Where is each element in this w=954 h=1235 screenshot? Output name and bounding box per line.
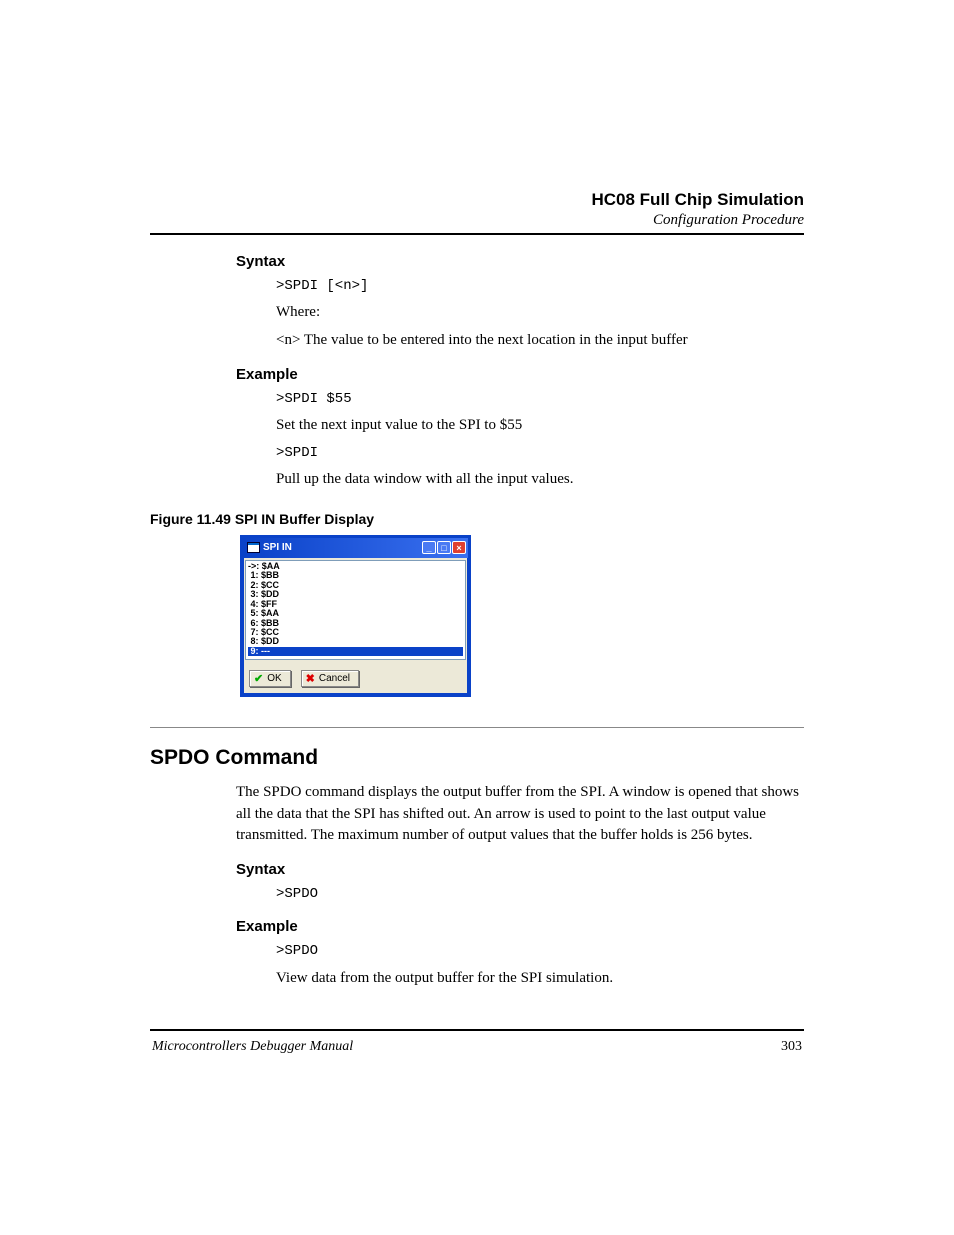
footer-left: Microcontrollers Debugger Manual (152, 1039, 353, 1055)
list-item-selected[interactable]: 9: --- (248, 647, 463, 656)
list-item[interactable]: 4: $FF (248, 600, 463, 609)
spdi-example-cmd2: >SPDI (276, 443, 804, 463)
cancel-button[interactable]: ✖ Cancel (301, 670, 359, 687)
close-button[interactable]: × (452, 541, 466, 554)
dialog-titlebar[interactable]: SPI IN _ □ × (243, 538, 468, 558)
list-item[interactable]: ->: $AA (248, 562, 463, 571)
window-controls: _ □ × (422, 541, 466, 554)
list-item[interactable]: 7: $CC (248, 628, 463, 637)
ok-button[interactable]: ✔ OK (249, 670, 291, 687)
list-item[interactable]: 3: $DD (248, 590, 463, 599)
spdo-example-desc: View data from the output buffer for the… (276, 968, 804, 990)
page-header: HC08 Full Chip Simulation Configuration … (150, 190, 804, 229)
x-icon: ✖ (306, 672, 315, 685)
section-divider (150, 727, 804, 728)
page-footer: Microcontrollers Debugger Manual 303 (150, 1039, 804, 1055)
spdi-example-desc1: Set the next input value to the SPI to $… (276, 415, 804, 437)
list-item[interactable]: 2: $CC (248, 581, 463, 590)
list-item[interactable]: 6: $BB (248, 619, 463, 628)
list-item[interactable]: 8: $DD (248, 637, 463, 646)
spdi-example-desc2: Pull up the data window with all the inp… (276, 469, 804, 491)
list-item[interactable]: 5: $AA (248, 609, 463, 618)
spdi-example-cmd1: >SPDI $55 (276, 389, 804, 409)
app-icon (247, 542, 260, 553)
where-desc: <n> The value to be entered into the nex… (276, 330, 804, 352)
spdo-example-cmd: >SPDO (276, 941, 804, 961)
list-item[interactable]: 1: $BB (248, 571, 463, 580)
header-title: HC08 Full Chip Simulation (150, 190, 804, 210)
spdo-heading: SPDO Command (150, 746, 804, 770)
footer-rule (150, 1029, 804, 1031)
spdo-example-heading: Example (236, 918, 804, 935)
spdo-syntax-heading: Syntax (236, 861, 804, 878)
spdi-syntax-cmd: >SPDI [<n>] (276, 276, 804, 296)
spdo-syntax-cmd: >SPDO (276, 884, 804, 904)
buffer-list[interactable]: ->: $AA 1: $BB 2: $CC 3: $DD 4: $FF 5: $… (245, 560, 466, 660)
dialog-title: SPI IN (263, 542, 292, 553)
example-heading: Example (236, 366, 804, 383)
maximize-button[interactable]: □ (437, 541, 451, 554)
minimize-button[interactable]: _ (422, 541, 436, 554)
spdo-body: The SPDO command displays the output buf… (236, 782, 804, 847)
spi-in-dialog: SPI IN _ □ × ->: $AA 1: $BB 2: $CC 3: $D… (240, 535, 471, 697)
where-label: Where: (276, 302, 804, 324)
cancel-button-label: Cancel (319, 673, 350, 684)
ok-button-label: OK (267, 673, 281, 684)
page-number: 303 (781, 1039, 802, 1055)
check-icon: ✔ (254, 672, 263, 685)
header-subtitle: Configuration Procedure (150, 212, 804, 229)
syntax-heading: Syntax (236, 253, 804, 270)
figure-caption: Figure 11.49 SPI IN Buffer Display (150, 511, 804, 527)
header-rule (150, 233, 804, 235)
